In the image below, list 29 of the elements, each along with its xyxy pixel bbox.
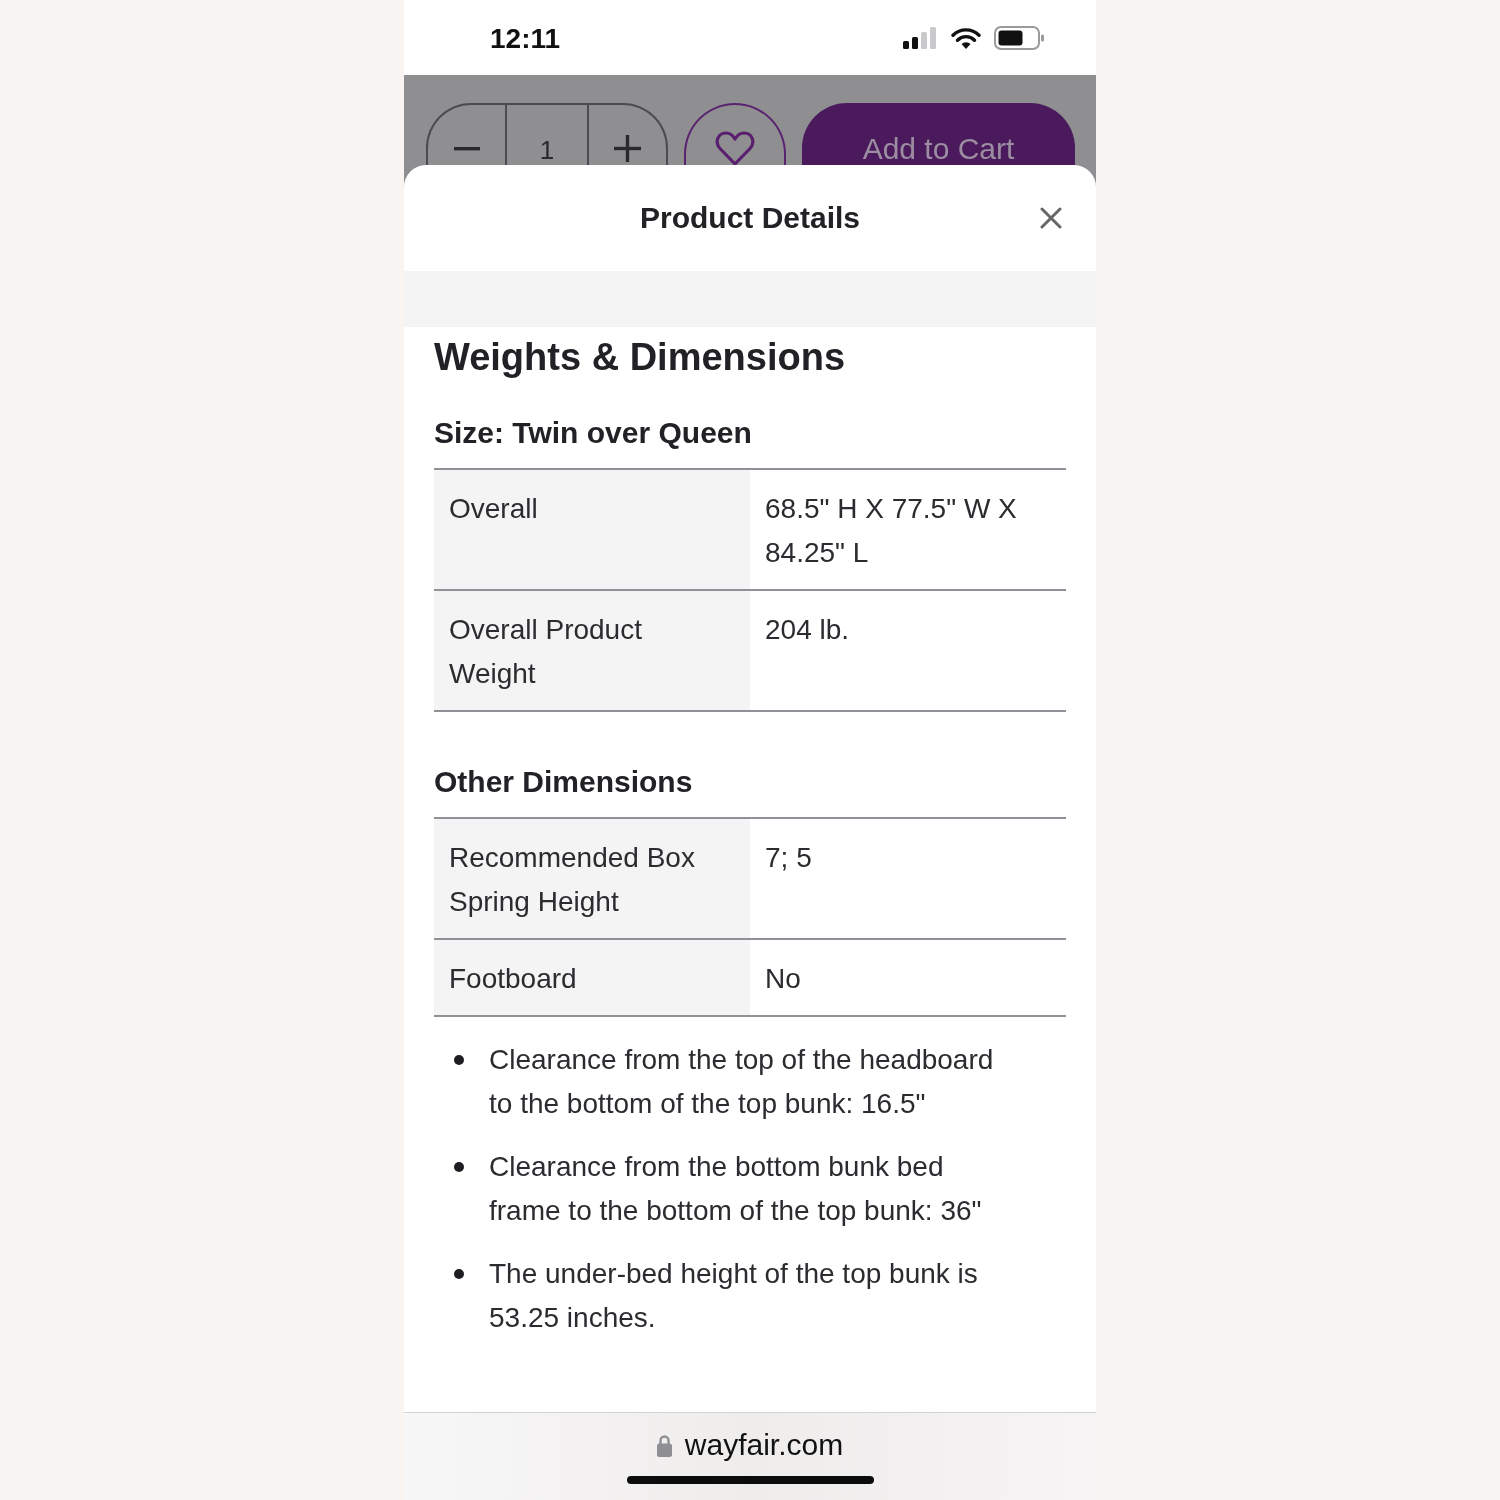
bullet-dot-icon bbox=[454, 1269, 464, 1279]
minus-icon bbox=[453, 147, 480, 151]
section-title: Weights & Dimensions bbox=[434, 335, 847, 379]
address-bar[interactable]: wayfair.com bbox=[656, 1429, 844, 1461]
add-to-cart-button[interactable]: Add to Cart bbox=[802, 103, 1075, 165]
bullet-dot-icon bbox=[454, 1055, 464, 1065]
close-icon bbox=[1040, 207, 1062, 229]
spec-label-cell: Overall Product Weight bbox=[434, 591, 750, 710]
battery-icon bbox=[994, 25, 1044, 50]
sheet-title: Product Details bbox=[639, 200, 861, 236]
status-time: 12:11 bbox=[490, 21, 561, 55]
spec-label-cell: Footboard bbox=[434, 940, 750, 1015]
bullet-dot-icon bbox=[454, 1162, 464, 1172]
lock-icon bbox=[656, 1433, 672, 1457]
spec-label-cell: Recommended Box Spring Height bbox=[434, 819, 750, 938]
wifi-icon bbox=[951, 26, 981, 49]
note-text: Clearance from the bottom bunk bed frame to the bottom of the top bunk: 36" bbox=[489, 1150, 983, 1228]
spec-value-cell-text: 7; 5 bbox=[764, 841, 813, 875]
note-text: The under-bed height of the top bunk is 53.25 inches. bbox=[489, 1257, 979, 1335]
group-title: Other Dimensions bbox=[434, 764, 694, 800]
spec-value-cell-text: 68.5" H X 77.5" W X 84.25" L bbox=[764, 492, 1018, 570]
spec-value-cell-text: 204 lb. bbox=[764, 613, 851, 647]
signal-icon bbox=[903, 26, 938, 49]
note-text: Clearance from the top of the headboard to the bottom of the top bunk: 16.5" bbox=[489, 1043, 995, 1121]
spec-value-cell-text: No bbox=[764, 962, 802, 996]
spec-label-cell: Overall bbox=[434, 470, 750, 589]
close-button[interactable] bbox=[1040, 207, 1062, 229]
plus-icon bbox=[613, 135, 641, 162]
group-title: Size: Twin over Queen bbox=[434, 415, 753, 451]
